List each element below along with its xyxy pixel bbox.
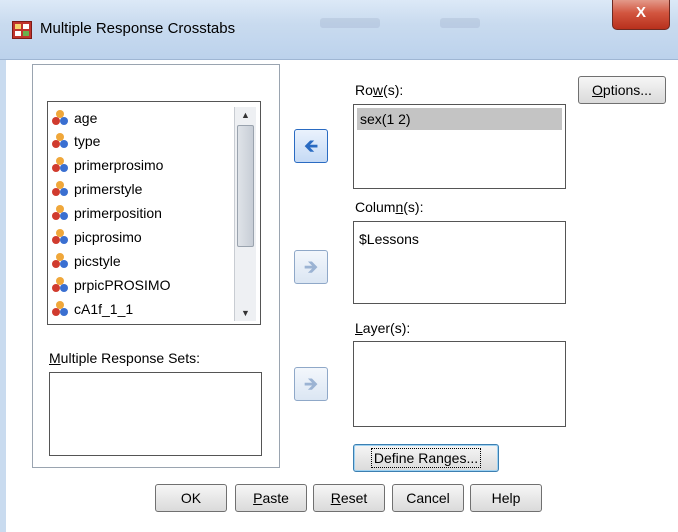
variable-list-scrollbar[interactable]: ▲ ▼ [234,107,256,321]
variable-label: primerposition [74,205,162,221]
variable-label: picstyle [74,253,121,269]
nominal-variable-icon [52,301,68,317]
nominal-variable-icon [52,277,68,293]
list-item[interactable]: picstyle [52,249,121,273]
move-to-columns-button[interactable]: 🡺 [294,250,328,284]
reset-button[interactable]: Reset [313,484,385,512]
list-item[interactable]: prpicPROSIMO [52,273,170,297]
nominal-variable-icon [52,181,68,197]
move-to-rows-button[interactable]: 🡸 [294,129,328,163]
app-icon [12,21,32,39]
list-item[interactable]: age [52,106,97,130]
ok-button[interactable]: OK [155,484,227,512]
scroll-up-icon[interactable]: ▲ [235,107,256,123]
list-item[interactable]: $Lessons [359,229,419,249]
arrow-left-icon: 🡸 [303,136,319,156]
title-bar: Multiple Response Crosstabs X [0,0,678,60]
list-item[interactable]: picprosimo [52,225,142,249]
options-button[interactable]: Options... [578,76,666,104]
arrow-right-icon: 🡺 [303,257,319,277]
variable-list[interactable]: age type primerprosimo primerstyle prime… [47,101,261,325]
arrow-right-icon: 🡺 [303,374,319,394]
list-item[interactable]: cA1f_1_1 [52,297,133,321]
variable-label: picprosimo [74,229,142,245]
scroll-down-icon[interactable]: ▼ [235,305,256,321]
list-item[interactable]: primerposition [52,201,162,225]
layers-list[interactable] [353,341,566,427]
nominal-variable-icon [52,253,68,269]
variable-label: cA1f_1_1 [74,301,134,317]
nominal-variable-icon [52,157,68,173]
background-blur [440,18,480,28]
cancel-button[interactable]: Cancel [392,484,464,512]
move-to-layers-button[interactable]: 🡺 [294,367,328,401]
rows-label: Row(s): [355,82,404,98]
background-blur [320,18,380,28]
variable-label: type [74,133,101,149]
variable-label: primerstyle [74,181,143,197]
mr-sets-list[interactable] [49,372,262,456]
help-button[interactable]: Help [470,484,542,512]
list-item[interactable]: sex(1 2) [357,108,562,130]
variable-label: age [74,110,98,126]
list-item[interactable]: primerprosimo [52,153,163,177]
window-title: Multiple Response Crosstabs [40,20,236,37]
list-item[interactable]: type [52,129,100,153]
nominal-variable-icon [52,229,68,245]
variable-label: primerprosimo [74,157,164,173]
close-button[interactable]: X [612,0,670,30]
mr-sets-label: Multiple Response Sets: [49,350,200,366]
nominal-variable-icon [52,133,68,149]
nominal-variable-icon [52,110,68,126]
rows-list[interactable]: sex(1 2) [353,104,566,189]
layers-label: Layer(s): [355,320,411,336]
columns-label: Column(s): [355,199,424,215]
columns-list[interactable]: $Lessons [353,221,566,304]
scrollbar-thumb[interactable] [237,125,254,247]
nominal-variable-icon [52,205,68,221]
paste-button[interactable]: Paste [235,484,307,512]
list-item[interactable]: primerstyle [52,177,142,201]
variable-label: prpicPROSIMO [74,277,171,293]
define-ranges-button[interactable]: Define Ranges... [353,444,499,472]
